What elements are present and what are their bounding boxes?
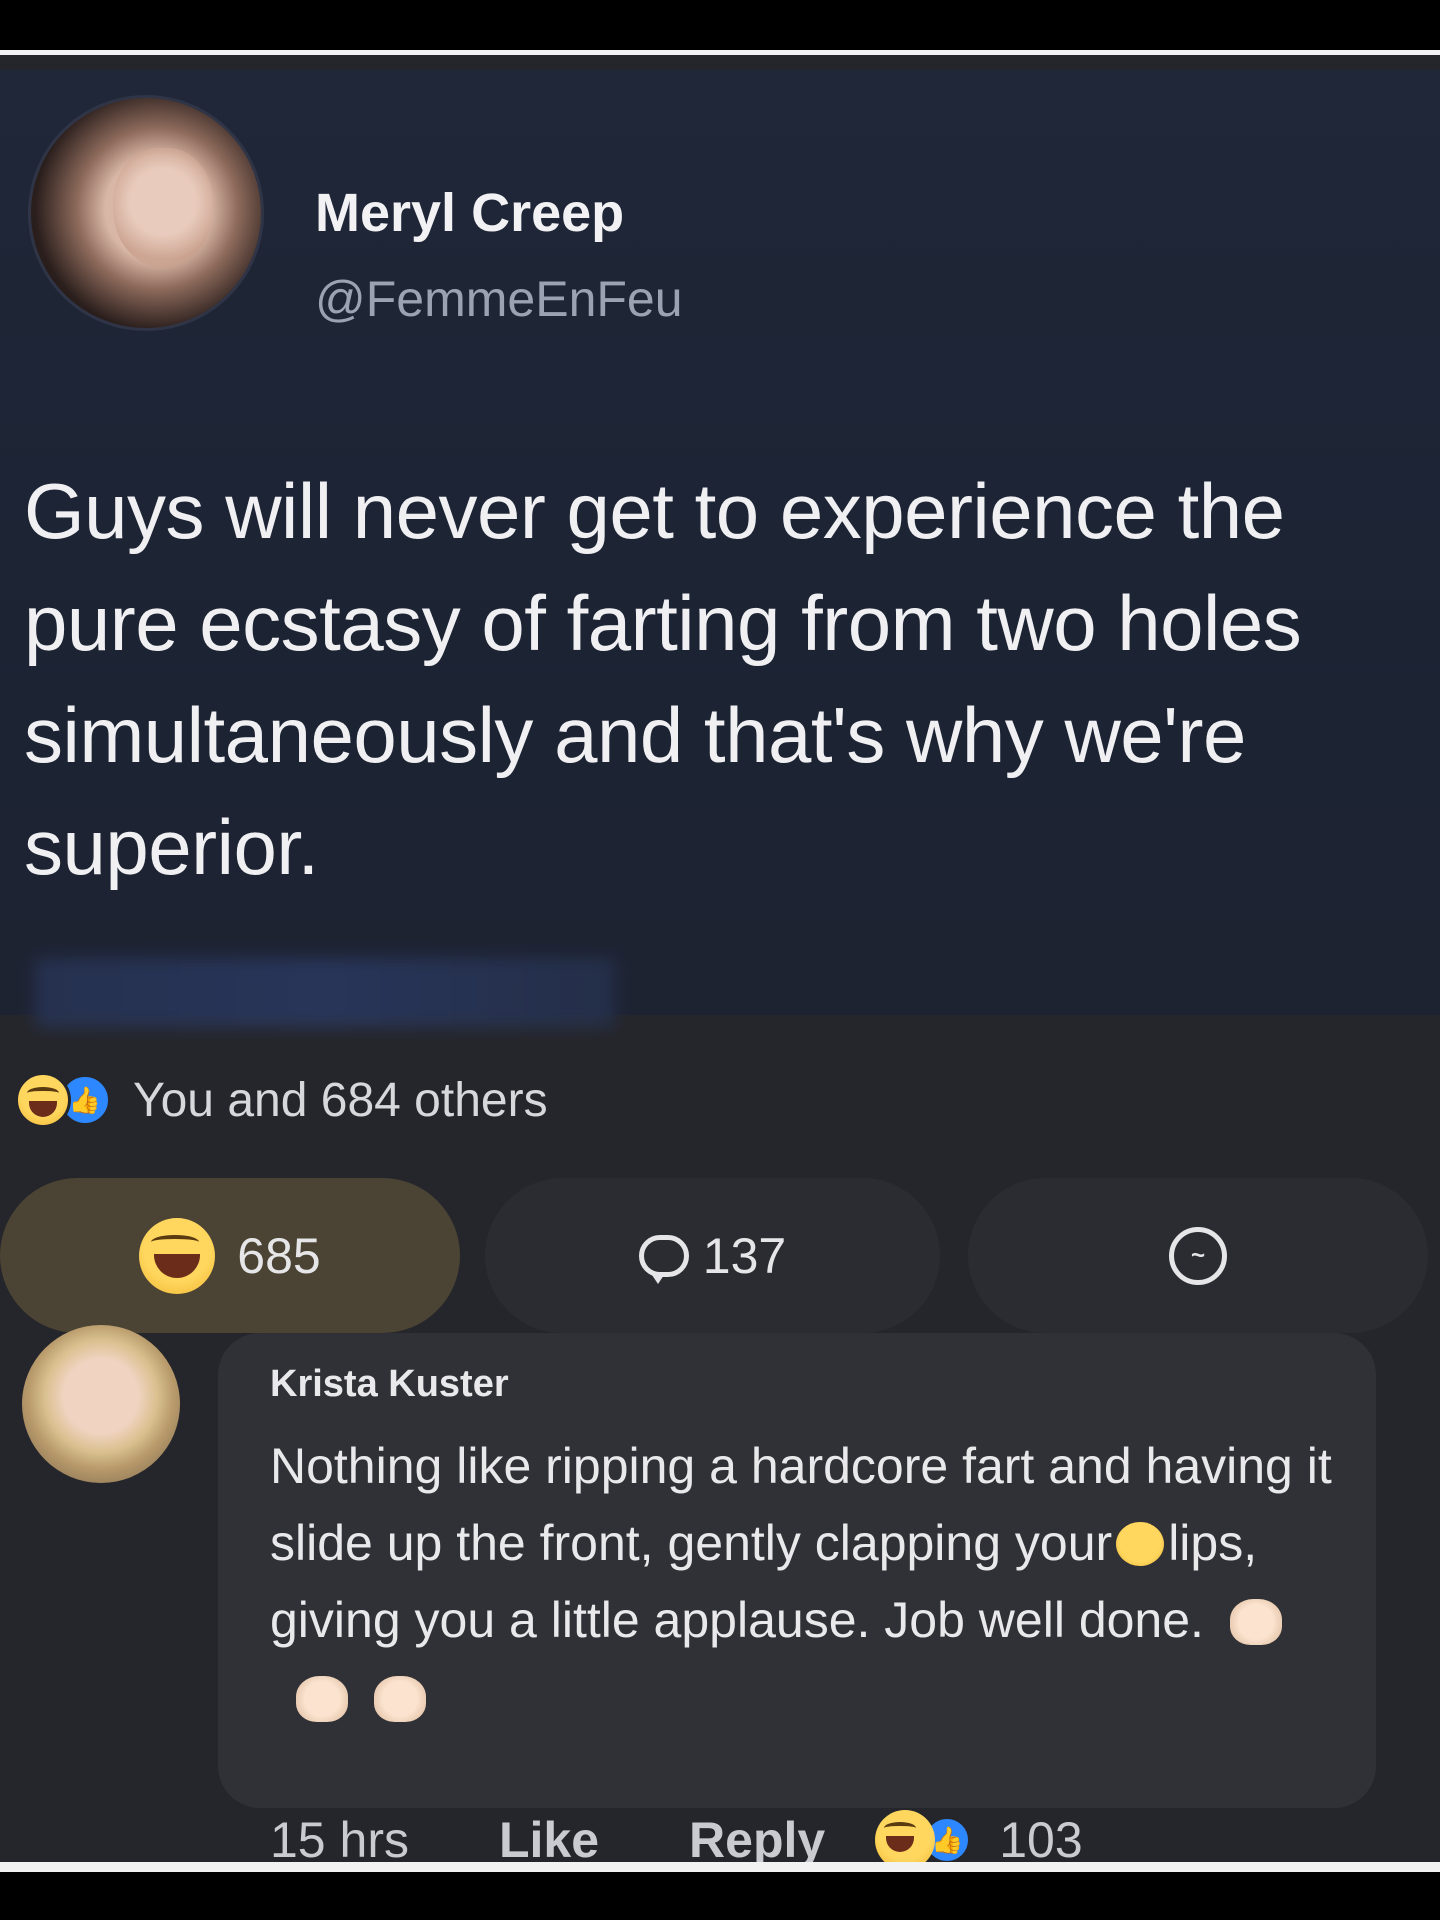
react-count: 685 (237, 1227, 321, 1284)
top-border (0, 0, 1440, 50)
cat-face-emoji-icon (1116, 1522, 1165, 1566)
comment-reactions[interactable]: 👍 103 (875, 1810, 1083, 1862)
comment-reaction-count: 103 (999, 1812, 1083, 1862)
author-name[interactable]: Meryl Creep (315, 182, 624, 244)
clap-emoji-icon (1229, 1599, 1282, 1645)
avatar-face (113, 148, 213, 268)
author-avatar[interactable] (28, 95, 264, 331)
comment-meta-row: 15 hrs Like Reply 👍 103 (270, 1800, 1083, 1862)
comment-bubble-icon (638, 1234, 689, 1284)
reaction-summary[interactable]: 👍 You and 684 others (15, 1065, 548, 1135)
comment-count: 137 (702, 1227, 787, 1284)
author-handle[interactable]: @FemmeEnFeu (315, 270, 683, 328)
comment-button[interactable]: 137 (485, 1178, 940, 1333)
reaction-summary-text: You and 684 others (133, 1073, 548, 1127)
commenter-name[interactable]: Krista Kuster (270, 1363, 509, 1406)
blurred-timestamp (35, 958, 615, 1028)
comment-like-link[interactable]: Like (499, 1811, 599, 1862)
tweet-text: Guys will never get to experience the pu… (24, 467, 1302, 891)
tweet-screenshot: Meryl Creep @FemmeEnFeu Guys will never … (0, 70, 1440, 1028)
bottom-divider (0, 1862, 1440, 1872)
haha-emoji-icon (15, 1072, 71, 1128)
clap-emoji-icon (374, 1676, 426, 1722)
haha-emoji-icon (875, 1810, 936, 1862)
post-screen: Meryl Creep @FemmeEnFeu Guys will never … (0, 55, 1440, 1862)
clap-emoji-icon (296, 1676, 348, 1722)
react-button[interactable]: 685 (0, 1178, 460, 1333)
comment-timestamp: 15 hrs (270, 1812, 409, 1862)
commenter-avatar[interactable] (22, 1325, 180, 1483)
comment-bubble: Krista Kuster Nothing like ripping a har… (218, 1333, 1376, 1808)
messenger-icon: ~ (1169, 1226, 1227, 1285)
comment-reply-link[interactable]: Reply (689, 1811, 825, 1862)
messenger-share-button[interactable]: ~ (968, 1178, 1428, 1333)
haha-emoji-icon (139, 1217, 216, 1294)
comment-text: Nothing like ripping a hardcore fart and… (270, 1428, 1350, 1736)
